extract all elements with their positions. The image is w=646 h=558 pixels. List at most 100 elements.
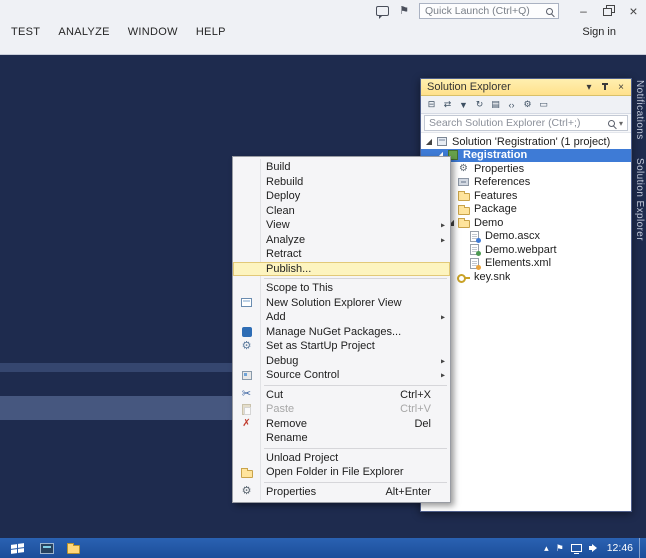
menu-item-shortcut: Ctrl+X (400, 388, 431, 401)
minimize-button[interactable]: – (571, 0, 596, 22)
menu-separator (264, 278, 447, 279)
close-icon[interactable]: × (613, 80, 629, 95)
context-menu-item-rename[interactable]: Rename (233, 431, 450, 446)
context-menu-item-new-solution-explorer-view[interactable]: New Solution Explorer View (233, 296, 450, 311)
context-menu-item-open-folder-in-file-explorer[interactable]: Open Folder in File Explorer (233, 465, 450, 480)
startup-icon: ⚙ (241, 339, 252, 352)
context-menu-item-deploy[interactable]: Deploy (233, 189, 450, 204)
context-menu-item-retract[interactable]: Retract (233, 247, 450, 262)
menu-item-label: Manage NuGet Packages... (266, 325, 402, 338)
tree-item-label: References (474, 176, 531, 189)
notifications-flag-icon[interactable]: ⚑ (399, 5, 409, 17)
paste-icon (238, 403, 255, 415)
window-chrome: ⚑ Quick Launch (Ctrl+Q) – × TEST ANALYZE WI… (0, 0, 646, 55)
sign-in-button[interactable]: Sign in (582, 26, 616, 38)
tree-item-features[interactable]: Features (421, 189, 631, 203)
submenu-arrow-icon: ▸ (440, 356, 445, 366)
filter-icon[interactable]: ▼ (456, 97, 471, 112)
view-code-icon[interactable]: ‹› (504, 97, 519, 112)
tree-item-solution-registration-1-project[interactable]: ◢ Solution 'Registration' (1 project) (421, 135, 631, 149)
source-control-icon (238, 370, 255, 380)
context-menu-item-analyze[interactable]: Analyze ▸ (233, 233, 450, 248)
server-manager-icon-button[interactable] (34, 538, 60, 558)
side-tab-solution-explorer[interactable]: Solution Explorer (634, 158, 645, 241)
submenu-arrow-icon: ▸ (440, 370, 445, 380)
context-menu-item-scope-to-this[interactable]: Scope to This (233, 281, 450, 296)
tree-item-label: key.snk (474, 270, 511, 283)
context-menu-item-manage-nuget-packages[interactable]: Manage NuGet Packages... (233, 325, 450, 340)
tree-item-demo-ascx[interactable]: Demo.ascx (421, 230, 631, 244)
feedback-icon[interactable] (376, 6, 390, 19)
search-input[interactable]: Search Solution Explorer (Ctrl+;) ▾ (424, 115, 628, 131)
quick-launch-box[interactable]: Quick Launch (Ctrl+Q) (419, 3, 559, 19)
auto-hide-pin-icon[interactable] (597, 80, 613, 95)
context-menu-item-rebuild[interactable]: Rebuild (233, 175, 450, 190)
visual-studio-window: ⚑ Quick Launch (Ctrl+Q) – × TEST ANALYZE WI… (0, 0, 646, 558)
file-explorer-icon-button[interactable] (60, 538, 86, 558)
menu-item-label: Paste (266, 403, 295, 416)
menu-analyze[interactable]: ANALYZE (49, 22, 118, 42)
tree-item-label: Demo (474, 216, 504, 229)
se-header-icons: ▾ × (581, 80, 629, 95)
tree-item-demo-webpart[interactable]: Demo.webpart (421, 243, 631, 257)
se-search-row: Search Solution Explorer (Ctrl+;) ▾ (421, 114, 631, 133)
show-desktop-button[interactable] (639, 538, 644, 558)
context-menu-item-set-as-startup-project[interactable]: ⚙ Set as StartUp Project (233, 339, 450, 354)
properties-icon[interactable]: ⚙ (520, 97, 535, 112)
solution-explorer-header[interactable]: Solution Explorer ▾ × (421, 79, 631, 96)
nuget-icon (238, 326, 255, 337)
context-menu-item-cut[interactable]: ✂ Cut Ctrl+X (233, 388, 450, 403)
sync-with-active-document-icon[interactable]: ⇄ (440, 97, 455, 112)
volume-icon[interactable] (588, 544, 601, 552)
tray-icons: ▴ ⚑ (544, 543, 601, 554)
menu-test[interactable]: TEST (2, 22, 49, 42)
panel-title: Solution Explorer (427, 81, 511, 93)
context-menu-item-debug[interactable]: Debug ▸ (233, 354, 450, 369)
title-bar: ⚑ Quick Launch (Ctrl+Q) – × (0, 0, 646, 22)
menu-bar-items: TEST ANALYZE WINDOW HELP (2, 22, 235, 42)
taskbar-clock[interactable]: 12:46 (601, 542, 639, 554)
menu-item-label: Add (266, 311, 286, 324)
tree-item-references[interactable]: References (421, 176, 631, 190)
close-button[interactable]: × (621, 0, 646, 22)
tree-expander-icon[interactable]: ◢ (424, 137, 434, 146)
submenu-arrow-icon: ▸ (440, 220, 445, 230)
side-tab-notifications[interactable]: Notifications (634, 80, 645, 140)
context-menu-item-view[interactable]: View ▸ (233, 218, 450, 233)
tree-item-registration[interactable]: ◢ Registration (421, 148, 631, 162)
start-button[interactable] (0, 538, 34, 558)
context-menu-item-properties[interactable]: ⚙ Properties Alt+Enter (233, 485, 450, 500)
menu-help[interactable]: HELP (187, 22, 235, 42)
tree-item-demo[interactable]: ◢ Demo (421, 216, 631, 230)
menu-window[interactable]: WINDOW (119, 22, 187, 42)
network-icon[interactable] (570, 544, 582, 554)
context-menu-item-add[interactable]: Add ▸ (233, 310, 450, 325)
show-all-files-icon[interactable]: ▤ (488, 97, 503, 112)
wrench-icon: ⚙ (241, 485, 252, 498)
tree-item-elements-xml[interactable]: Elements.xml (421, 257, 631, 271)
solution-explorer-panel: Solution Explorer ▾ × ⊟ ⇄ ▼ ↻ ▤ ‹› ⚙ ▭ Search So… (420, 78, 632, 512)
refresh-icon[interactable]: ↻ (472, 97, 487, 112)
search-dropdown-icon[interactable]: ▾ (619, 119, 623, 128)
ascx-icon (467, 230, 482, 243)
tree-item-key-snk[interactable]: key.snk (421, 270, 631, 284)
hidden-icons-chevron-icon[interactable]: ▴ (544, 543, 549, 553)
preview-icon[interactable]: ▭ (536, 97, 551, 112)
menu-item-label: Build (266, 161, 291, 174)
restore-button[interactable] (596, 0, 621, 22)
context-menu-item-remove[interactable]: ✗ Remove Del (233, 417, 450, 432)
menu-item-shortcut: Del (414, 417, 431, 430)
tree-item-label: Solution 'Registration' (1 project) (452, 135, 611, 148)
context-menu-item-unload-project[interactable]: Unload Project (233, 451, 450, 466)
submenu-arrow-icon: ▸ (440, 235, 445, 245)
context-menu-item-build[interactable]: Build (233, 160, 450, 175)
context-menu-item-source-control[interactable]: Source Control ▸ (233, 368, 450, 383)
menu-item-label: Scope to This (266, 282, 334, 295)
context-menu-item-publish[interactable]: Publish... (233, 261, 450, 276)
action-center-flag-icon[interactable]: ⚑ (556, 543, 564, 553)
collapse-all-icon[interactable]: ⊟ (424, 97, 439, 112)
tree-item-package[interactable]: Package (421, 203, 631, 217)
tree-item-properties[interactable]: ⚙ Properties (421, 162, 631, 176)
window-position-icon[interactable]: ▾ (581, 80, 597, 95)
context-menu-item-clean[interactable]: Clean (233, 204, 450, 219)
